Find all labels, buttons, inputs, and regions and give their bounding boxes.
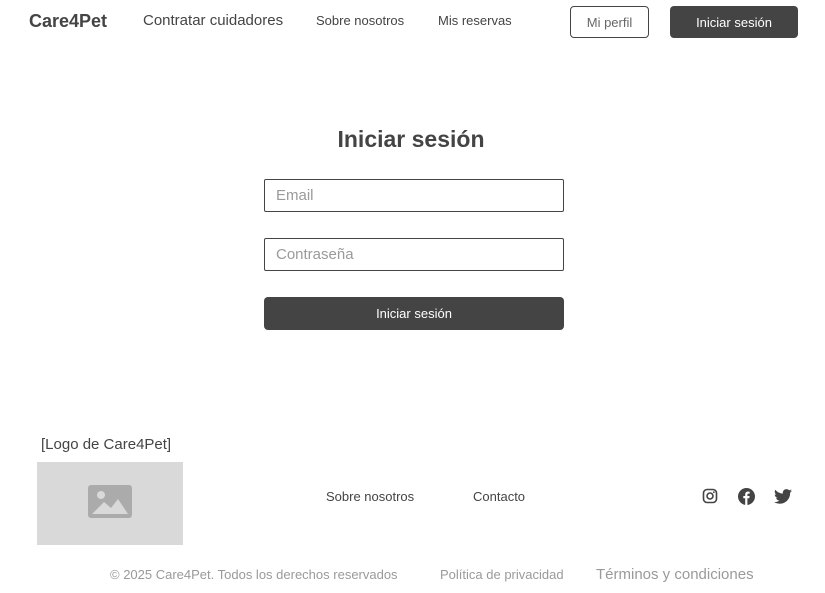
email-field[interactable] xyxy=(264,179,564,212)
nav-mis-reservas[interactable]: Mis reservas xyxy=(438,13,512,28)
logo-caption: [Logo de Care4Pet] xyxy=(41,436,172,453)
nav-contratar-cuidadores[interactable]: Contratar cuidadores xyxy=(143,12,283,29)
login-submit-button[interactable]: Iniciar sesión xyxy=(264,297,564,330)
brand-logo-text[interactable]: Care4Pet xyxy=(29,11,107,32)
footer-link-sobre-nosotros[interactable]: Sobre nosotros xyxy=(326,489,414,504)
profile-button[interactable]: Mi perfil xyxy=(570,6,649,38)
privacy-policy-link[interactable]: Política de privacidad xyxy=(440,567,564,582)
header-login-button[interactable]: Iniciar sesión xyxy=(670,6,798,38)
logo-placeholder xyxy=(37,462,183,545)
facebook-icon[interactable] xyxy=(737,487,755,505)
image-placeholder-icon xyxy=(88,484,132,523)
footer-link-contacto[interactable]: Contacto xyxy=(473,489,525,504)
twitter-icon[interactable] xyxy=(774,487,792,505)
terms-link[interactable]: Términos y condiciones xyxy=(596,566,754,583)
instagram-icon[interactable] xyxy=(701,487,719,505)
password-field[interactable] xyxy=(264,238,564,271)
nav-sobre-nosotros[interactable]: Sobre nosotros xyxy=(316,13,404,28)
copyright-text: © 2025 Care4Pet. Todos los derechos rese… xyxy=(110,567,398,582)
page-title: Iniciar sesión xyxy=(337,126,485,152)
